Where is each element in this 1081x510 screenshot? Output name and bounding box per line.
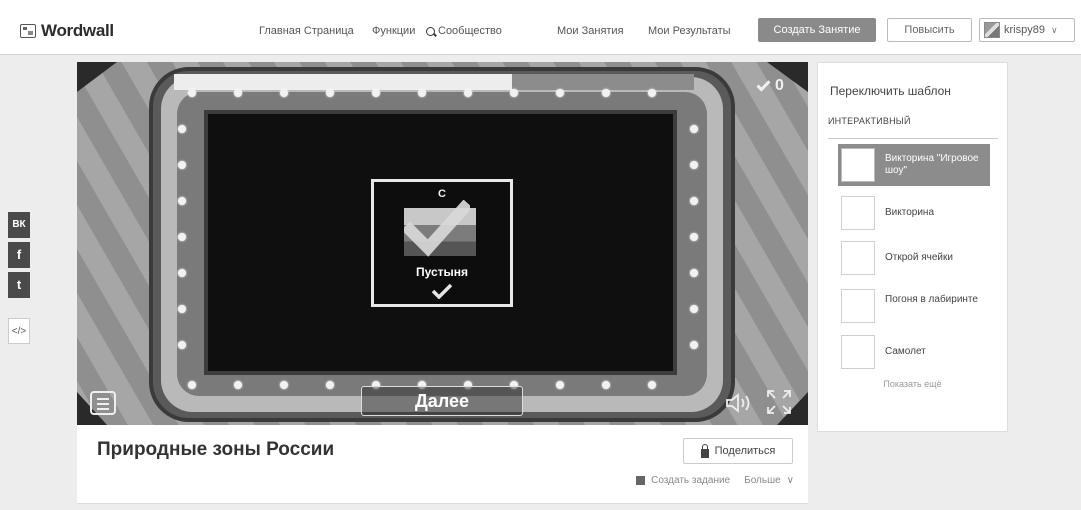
nav-community[interactable]: Сообщество	[426, 25, 502, 37]
chevron-down-icon: ∨	[1050, 24, 1058, 35]
create-activity-button[interactable]: Создать Занятие	[758, 18, 876, 42]
search-icon	[426, 26, 435, 36]
marquee-light	[280, 381, 288, 389]
template-game-show-quiz[interactable]: Викторина "Игровое шоу"	[838, 144, 990, 186]
wordwall-logo-icon	[20, 24, 36, 38]
create-task-link[interactable]: Создать задание	[651, 475, 730, 486]
score-counter: 0	[756, 77, 784, 95]
share-button[interactable]: Поделиться	[683, 438, 793, 464]
marquee-light	[234, 89, 242, 97]
score-value: 0	[775, 77, 784, 94]
quiz-thumbnail-icon	[841, 196, 875, 230]
marquee-light	[602, 89, 610, 97]
twitter-share-icon[interactable]: t	[8, 272, 30, 298]
marquee-light	[178, 269, 186, 277]
template-label: Открой ячейки	[885, 252, 953, 263]
top-header: Wordwall Главная Страница Функции Сообще…	[0, 0, 1081, 55]
marquee-light	[690, 269, 698, 277]
marquee-light	[556, 89, 564, 97]
template-quiz[interactable]: Викторина	[838, 192, 988, 234]
nav-home[interactable]: Главная Страница	[259, 25, 354, 37]
small-check-icon	[431, 283, 453, 299]
vk-share-icon[interactable]: ВК	[8, 212, 30, 238]
username: krispy89	[1004, 24, 1045, 36]
template-open-boxes[interactable]: Открой ячейки	[838, 237, 988, 279]
marquee-light	[178, 161, 186, 169]
marquee-light	[690, 197, 698, 205]
nav-my-results[interactable]: Мои Результаты	[648, 25, 731, 37]
activity-title: Природные зоны России	[97, 439, 335, 460]
switcher-title: Переключить шаблон	[830, 84, 951, 98]
maze-thumbnail-icon	[841, 289, 875, 323]
marquee-light	[178, 341, 186, 349]
more-dropdown[interactable]: Больше	[744, 475, 781, 486]
embed-code-icon[interactable]: </>	[8, 318, 30, 344]
marquee-light	[690, 233, 698, 241]
marquee-light	[648, 381, 656, 389]
activity-info-panel: Природные зоны России Поделиться Создать…	[77, 425, 808, 504]
marquee-light	[280, 89, 288, 97]
next-button[interactable]: Далее	[361, 386, 523, 416]
show-more-link[interactable]: Показать ещё	[818, 379, 1007, 389]
marquee-light	[234, 381, 242, 389]
share-button-label: Поделиться	[714, 445, 776, 457]
marquee-light	[464, 89, 472, 97]
nav-community-label: Сообщество	[438, 25, 502, 37]
marquee-light	[326, 381, 334, 389]
menu-icon[interactable]	[90, 391, 116, 415]
marquee-light	[690, 341, 698, 349]
logo-text: Wordwall	[41, 21, 114, 40]
marquee-light	[690, 305, 698, 313]
game-player[interactable]: 0 С Пустыня Далее	[77, 62, 808, 425]
facebook-share-icon[interactable]: f	[8, 242, 30, 268]
marquee-light	[188, 381, 196, 389]
marquee-light	[602, 381, 610, 389]
template-switcher: Переключить шаблон ИНТЕРАКТИВНЫЙ Виктори…	[817, 62, 1008, 432]
nav-my-activities[interactable]: Мои Занятия	[557, 25, 624, 37]
fullscreen-icon[interactable]	[765, 388, 793, 416]
template-label: Викторина	[885, 207, 935, 218]
divider	[828, 138, 998, 139]
marquee-light	[690, 161, 698, 169]
template-label: Викторина "Игровое шоу"	[885, 153, 979, 176]
marquee-light	[418, 89, 426, 97]
marquee-light	[326, 89, 334, 97]
quiz-show-thumbnail-icon	[841, 148, 875, 182]
card-letter: С	[438, 188, 446, 200]
template-maze-chase[interactable]: Погоня в лабиринте	[838, 285, 988, 327]
template-airplane[interactable]: Самолет	[838, 331, 988, 373]
upgrade-button[interactable]: Повысить	[887, 18, 972, 42]
user-menu[interactable]: krispy89 ∨	[979, 18, 1075, 42]
marquee-light	[690, 125, 698, 133]
marquee-light	[178, 197, 186, 205]
wordwall-logo[interactable]: Wordwall	[20, 21, 114, 41]
nav-features[interactable]: Функции	[372, 25, 415, 37]
avatar	[984, 22, 1000, 38]
sound-icon[interactable]	[725, 392, 755, 414]
answer-card[interactable]: С Пустыня	[371, 179, 513, 307]
marquee-light	[178, 233, 186, 241]
checkbox-icon[interactable]	[636, 476, 646, 485]
marquee-light	[178, 305, 186, 313]
marquee-light	[510, 89, 518, 97]
switcher-section: ИНТЕРАКТИВНЫЙ	[828, 116, 911, 126]
marquee-light	[372, 89, 380, 97]
marquee-light	[556, 381, 564, 389]
template-label: Самолет	[885, 346, 926, 357]
boxes-thumbnail-icon	[841, 241, 875, 275]
chevron-down-icon: ∨	[786, 475, 794, 486]
big-check-icon	[404, 200, 470, 257]
template-label: Погоня в лабиринте	[885, 294, 978, 305]
marquee-light	[178, 125, 186, 133]
marquee-light	[188, 89, 196, 97]
marquee-light	[648, 89, 656, 97]
airplane-thumbnail-icon	[841, 335, 875, 369]
card-word: Пустыня	[415, 265, 469, 279]
activity-meta: Создать задание Больше ∨	[636, 475, 794, 486]
lock-icon	[700, 443, 709, 458]
